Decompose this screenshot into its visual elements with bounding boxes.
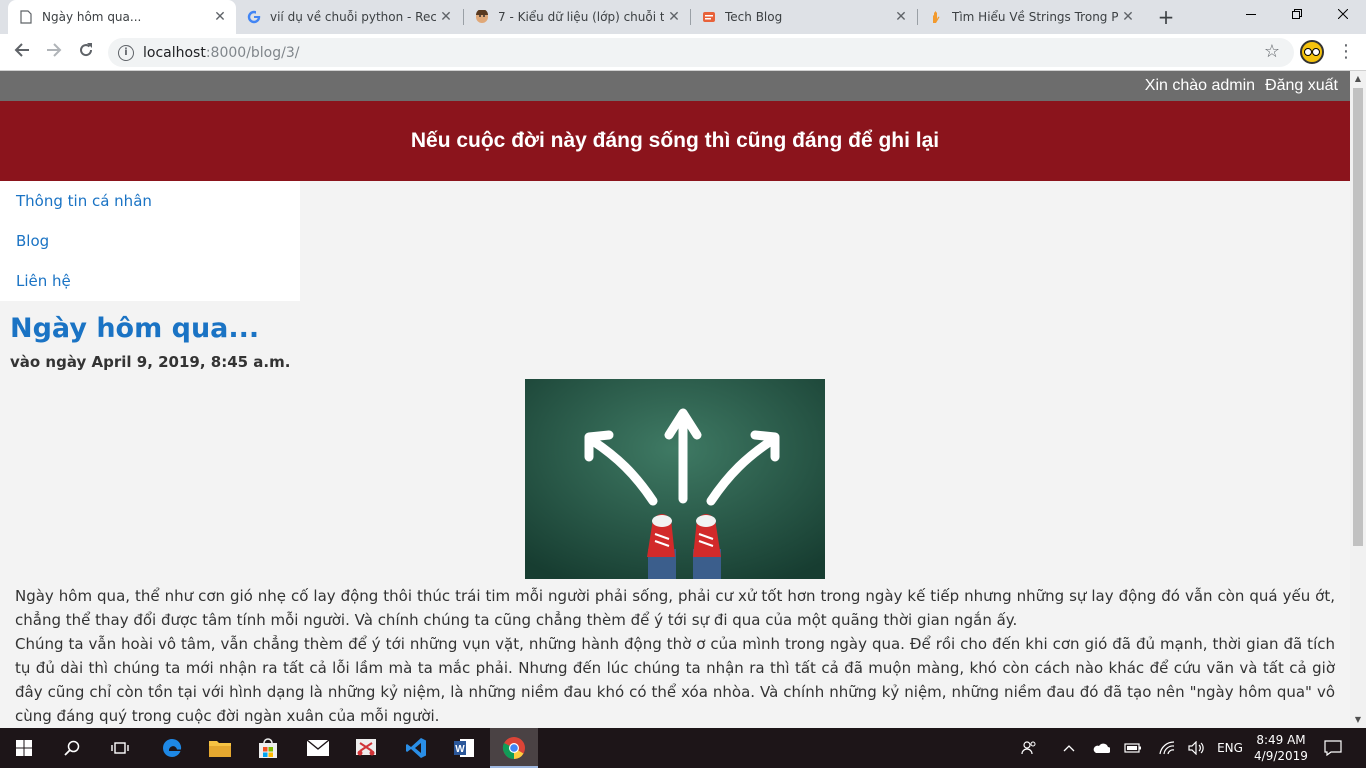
wifi-icon[interactable] bbox=[1154, 728, 1180, 768]
nav-link-contact[interactable]: Liên hệ bbox=[0, 261, 300, 301]
post-title[interactable]: Ngày hôm qua... bbox=[10, 313, 259, 344]
page-scrollbar[interactable]: ▲ ▼ bbox=[1350, 71, 1366, 728]
maximize-button[interactable] bbox=[1274, 0, 1320, 30]
edge-button[interactable] bbox=[148, 728, 196, 768]
close-tab-icon[interactable]: ✕ bbox=[1118, 9, 1138, 25]
minimize-button[interactable] bbox=[1228, 0, 1274, 30]
tab-title: Tech Blog bbox=[725, 10, 783, 24]
clock-time: 8:49 AM bbox=[1256, 733, 1306, 747]
clock-date: 4/9/2019 bbox=[1254, 749, 1308, 763]
chrome-icon bbox=[502, 737, 525, 759]
taskbar: W ENG 8:49 AM 4/9/2019 bbox=[0, 728, 1366, 768]
vscode-icon bbox=[406, 738, 426, 758]
action-center-icon[interactable] bbox=[1320, 728, 1346, 768]
close-tab-icon[interactable]: ✕ bbox=[891, 9, 911, 25]
logout-link[interactable]: Đăng xuất bbox=[1265, 77, 1338, 95]
task-view-button[interactable] bbox=[96, 728, 144, 768]
svg-text:W: W bbox=[455, 744, 465, 755]
people-icon[interactable] bbox=[1016, 728, 1042, 768]
forward-button[interactable] bbox=[40, 39, 68, 67]
greeting-link[interactable]: Xin chào admin bbox=[1145, 77, 1255, 95]
word-icon: W bbox=[454, 739, 474, 757]
profile-avatar-icon[interactable] bbox=[1300, 40, 1324, 64]
close-window-button[interactable] bbox=[1320, 0, 1366, 30]
reload-icon bbox=[80, 43, 93, 57]
folder-icon bbox=[209, 741, 231, 757]
post-paragraph: Chúng ta vẫn hoài vô tâm, vẫn chẳng thèm… bbox=[15, 635, 1335, 725]
tab-tech-blog[interactable]: Tech Blog ✕ bbox=[691, 0, 917, 34]
page-viewport: Xin chào admin Đăng xuất Nếu cuộc đời nà… bbox=[0, 71, 1350, 728]
address-bar[interactable]: i localhost:8000/blog/3/ ☆ bbox=[108, 38, 1294, 67]
site-banner: Nếu cuộc đời này đáng sống thì cũng đáng… bbox=[0, 101, 1350, 181]
post-paragraph: Ngày hôm qua, thể như cơn gió nhẹ cố lay… bbox=[15, 587, 1335, 629]
back-button[interactable] bbox=[8, 39, 36, 67]
info-icon[interactable]: i bbox=[118, 44, 134, 61]
snipping-icon bbox=[356, 739, 376, 756]
page-icon bbox=[18, 9, 34, 25]
blog-icon bbox=[701, 9, 717, 25]
edge-icon bbox=[163, 738, 182, 757]
start-button[interactable] bbox=[0, 728, 48, 768]
browser-menu-icon[interactable]: ⋮ bbox=[1336, 40, 1356, 64]
close-icon bbox=[1337, 8, 1349, 20]
task-view-icon bbox=[111, 742, 129, 754]
url-path: :8000/blog/3/ bbox=[205, 44, 300, 61]
avatar-icon bbox=[474, 9, 490, 25]
url-host: localhost bbox=[143, 44, 206, 61]
word-button[interactable]: W bbox=[440, 728, 488, 768]
close-tab-icon[interactable]: ✕ bbox=[210, 9, 230, 25]
post-body: Ngày hôm qua, thể như cơn gió nhẹ cố lay… bbox=[15, 584, 1335, 728]
search-button[interactable] bbox=[48, 728, 96, 768]
post-image bbox=[525, 379, 825, 579]
windows-logo-icon bbox=[16, 740, 32, 756]
close-tab-icon[interactable]: ✕ bbox=[664, 9, 684, 25]
mail-button[interactable] bbox=[294, 728, 342, 768]
file-explorer-button[interactable] bbox=[196, 728, 244, 768]
vscode-button[interactable] bbox=[392, 728, 440, 768]
nav-link-profile[interactable]: Thông tin cá nhân bbox=[0, 181, 300, 221]
language-indicator[interactable]: ENG bbox=[1212, 728, 1248, 768]
clock[interactable]: 8:49 AM 4/9/2019 bbox=[1250, 732, 1312, 764]
scroll-down-icon[interactable]: ▼ bbox=[1350, 712, 1366, 728]
onedrive-icon[interactable] bbox=[1088, 728, 1114, 768]
minimize-icon bbox=[1246, 14, 1256, 15]
close-tab-icon[interactable]: ✕ bbox=[436, 9, 456, 25]
search-icon bbox=[64, 740, 80, 756]
store-button[interactable] bbox=[244, 728, 292, 768]
tab-title: Ngày hôm qua... bbox=[42, 10, 142, 24]
hand-icon bbox=[928, 9, 944, 25]
tab-ngay-hom-qua[interactable]: Ngày hôm qua... ✕ bbox=[8, 0, 236, 34]
chrome-button[interactable] bbox=[490, 728, 538, 768]
tab-title: vií dụ về chuỗi python - Reche bbox=[270, 10, 436, 24]
snipping-tool-button[interactable] bbox=[342, 728, 390, 768]
restore-icon bbox=[1292, 9, 1302, 19]
new-tab-button[interactable]: + bbox=[1153, 4, 1179, 30]
tab-google-search[interactable]: vií dụ về chuỗi python - Reche ✕ bbox=[236, 0, 462, 34]
tab-title: Tìm Hiểu Về Strings Trong Pyth bbox=[952, 10, 1118, 24]
battery-icon[interactable] bbox=[1120, 728, 1146, 768]
post-date: vào ngày April 9, 2019, 8:45 a.m. bbox=[10, 353, 291, 371]
google-icon bbox=[246, 9, 262, 25]
tab-strip: Ngày hôm qua... ✕ vií dụ về chuỗi python… bbox=[0, 0, 1366, 34]
side-nav: Thông tin cá nhân Blog Liên hệ bbox=[0, 181, 300, 301]
volume-icon[interactable] bbox=[1184, 728, 1210, 768]
tab-kieu-du-lieu[interactable]: 7 - Kiểu dữ liệu (lớp) chuỗi tro ✕ bbox=[464, 0, 690, 34]
store-icon bbox=[259, 738, 277, 758]
reload-button[interactable] bbox=[72, 39, 100, 67]
tab-strings-python[interactable]: Tìm Hiểu Về Strings Trong Pyth ✕ bbox=[918, 0, 1144, 34]
mail-icon bbox=[306, 739, 330, 756]
forward-arrow-icon bbox=[47, 43, 62, 57]
scrollbar-thumb[interactable] bbox=[1353, 88, 1363, 546]
browser-toolbar: i localhost:8000/blog/3/ ☆ bbox=[0, 34, 1366, 71]
back-arrow-icon bbox=[14, 43, 29, 57]
tab-title: 7 - Kiểu dữ liệu (lớp) chuỗi tro bbox=[498, 10, 664, 24]
bookmark-star-icon[interactable]: ☆ bbox=[1264, 41, 1280, 62]
scroll-up-icon[interactable]: ▲ bbox=[1350, 71, 1366, 87]
show-hidden-icons-icon[interactable] bbox=[1058, 728, 1080, 768]
user-bar: Xin chào admin Đăng xuất bbox=[0, 71, 1350, 101]
nav-link-blog[interactable]: Blog bbox=[0, 221, 300, 261]
